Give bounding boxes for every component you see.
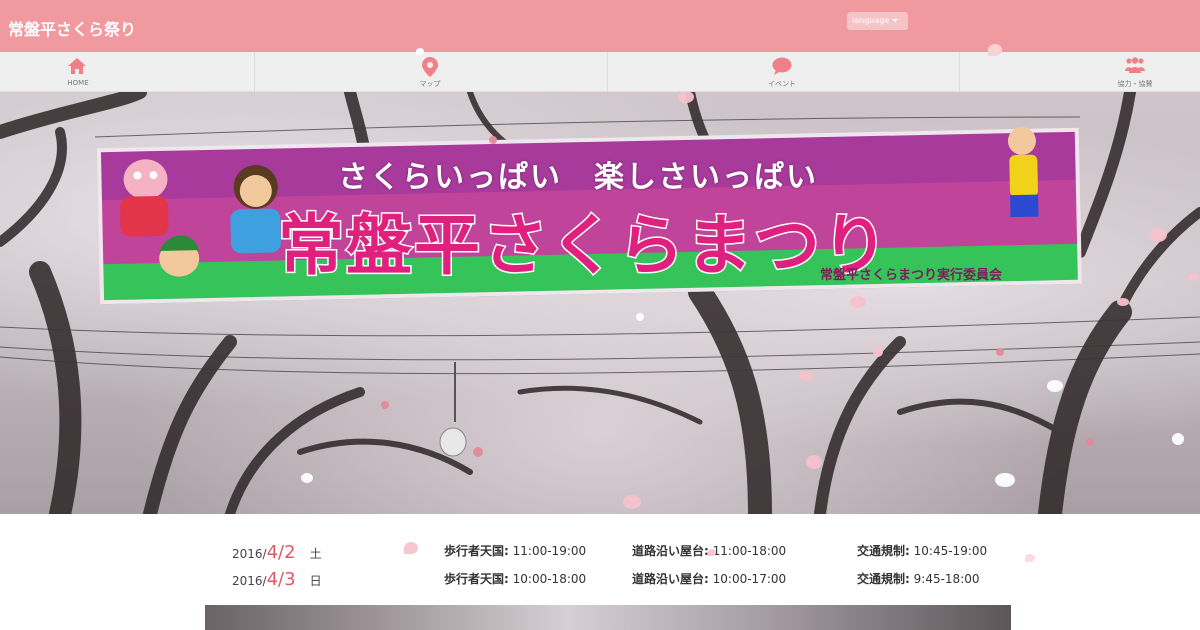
caret-down-icon bbox=[892, 19, 899, 22]
petal-decoration bbox=[404, 542, 418, 554]
date-year: 2016/ bbox=[232, 574, 267, 588]
traffic-label: 交通規制: bbox=[857, 544, 910, 558]
stalls-day1: 道路沿い屋台: 11:00-18:00 bbox=[632, 542, 786, 559]
stalls-day2: 道路沿い屋台: 10:00-17:00 bbox=[632, 570, 786, 587]
pedestrian-label: 歩行者天国: bbox=[444, 572, 509, 586]
petal-decoration bbox=[1025, 554, 1035, 562]
nav-item-event[interactable]: イベント bbox=[608, 52, 960, 92]
nav-label-home: HOME bbox=[67, 79, 89, 87]
language-label: language bbox=[852, 16, 890, 25]
map-pin-icon bbox=[422, 57, 438, 77]
nav-item-home[interactable]: HOME bbox=[0, 52, 255, 92]
traffic-label: 交通規制: bbox=[857, 572, 910, 586]
street-lamp-icon bbox=[439, 362, 467, 457]
nav-label-sponsors: 協力・協賛 bbox=[1117, 80, 1153, 88]
nav-item-sponsors[interactable]: 協力・協賛 bbox=[960, 52, 1200, 92]
stalls-time: 11:00-18:00 bbox=[712, 544, 787, 558]
date-day2: 2016/4/3 日 bbox=[232, 569, 322, 590]
traffic-time: 10:45-19:00 bbox=[913, 544, 988, 558]
stalls-time: 10:00-17:00 bbox=[712, 572, 787, 586]
nav-label-event: イベント bbox=[768, 80, 796, 88]
nav-item-map[interactable]: マップ bbox=[255, 52, 608, 92]
pedestrian-label: 歩行者天国: bbox=[444, 544, 509, 558]
pedestrian-day2: 歩行者天国: 10:00-18:00 bbox=[444, 570, 586, 587]
nav-label-map: マップ bbox=[419, 80, 441, 88]
pedestrian-time: 10:00-18:00 bbox=[512, 572, 587, 586]
date-year: 2016/ bbox=[232, 547, 267, 561]
site-title[interactable]: 常盤平さくら祭り bbox=[8, 16, 136, 40]
traffic-time: 9:45-18:00 bbox=[913, 572, 980, 586]
date-weekday: 日 bbox=[309, 574, 322, 588]
pedestrian-time: 11:00-19:00 bbox=[512, 544, 587, 558]
language-dropdown[interactable]: language bbox=[847, 12, 908, 30]
people-icon bbox=[1125, 57, 1145, 73]
date-month-day: 4/3 bbox=[266, 569, 296, 590]
main-nav: HOME マップ イベント 協力・協賛 bbox=[0, 52, 1200, 92]
schedule-section: 2016/4/2 土 歩行者天国: 11:00-19:00 道路沿い屋台: 11:… bbox=[0, 514, 1200, 605]
pedestrian-day1: 歩行者天国: 11:00-19:00 bbox=[444, 542, 586, 559]
date-month-day: 4/2 bbox=[266, 542, 296, 563]
traffic-day1: 交通規制: 10:45-19:00 bbox=[857, 542, 987, 559]
traffic-day2: 交通規制: 9:45-18:00 bbox=[857, 570, 980, 587]
hero-photo: さくらいっぱい 楽しさいっぱい 常盤平さくらまつり 常盤平さくらまつり実行委員会 bbox=[0, 92, 1200, 514]
stalls-label: 道路沿い屋台: bbox=[632, 544, 709, 558]
secondary-photo-strip bbox=[205, 605, 1011, 630]
date-weekday: 土 bbox=[309, 547, 322, 561]
home-icon bbox=[68, 58, 86, 74]
stalls-label: 道路沿い屋台: bbox=[632, 572, 709, 586]
banner-slogan: さくらいっぱい 楽しさいっぱい bbox=[338, 160, 818, 195]
banner-title: 常盤平さくらまつり bbox=[277, 206, 890, 286]
header-bar: 常盤平さくら祭り language bbox=[0, 0, 1200, 52]
speech-bubble-icon bbox=[772, 57, 792, 75]
date-day1: 2016/4/2 土 bbox=[232, 542, 322, 563]
banner-organizer: 常盤平さくらまつり実行委員会 bbox=[820, 268, 1003, 283]
